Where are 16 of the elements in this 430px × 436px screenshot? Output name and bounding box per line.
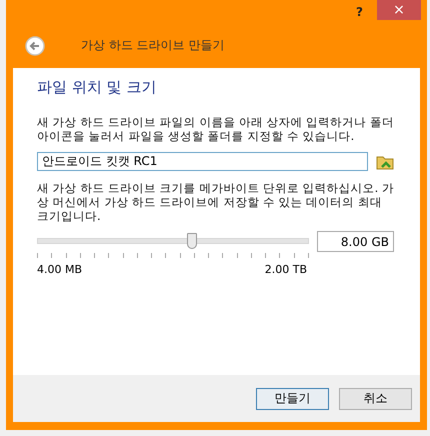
folder-icon[interactable] xyxy=(376,154,394,170)
dialog-title: 가상 하드 드라이브 만들기 xyxy=(81,37,224,54)
max-size-label: 2.00 TB xyxy=(264,263,307,276)
location-description: 새 가상 하드 드라이브 파일의 이름을 아래 상자에 입력하거나 폴더 아이콘을 눌러서 파일을 생성할 폴더를 지정할 수 있습니다. xyxy=(37,115,394,143)
slider-thumb[interactable] xyxy=(187,233,198,249)
file-name-field[interactable]: 안드로이드 킷캣 RC1 xyxy=(37,152,368,171)
size-slider[interactable] xyxy=(37,233,309,249)
help-button[interactable]: ? xyxy=(350,4,369,18)
size-description: 새 가상 하드 드라이브 크기를 메가바이트 단위로 입력하십시오. 가상 머신에서 가상 하드 드라이브에 저장할 수 있는 데이터의 최대 크기입니다. xyxy=(37,181,394,223)
min-size-label: 4.00 MB xyxy=(37,263,82,276)
page-heading: 파일 위치 및 크기 xyxy=(37,78,158,97)
cancel-button[interactable]: 취소 xyxy=(339,388,412,410)
size-field[interactable]: 8.00 GB xyxy=(317,231,394,252)
close-button[interactable]: × xyxy=(377,0,421,20)
back-icon[interactable] xyxy=(25,36,45,56)
create-button[interactable]: 만들기 xyxy=(256,388,329,410)
